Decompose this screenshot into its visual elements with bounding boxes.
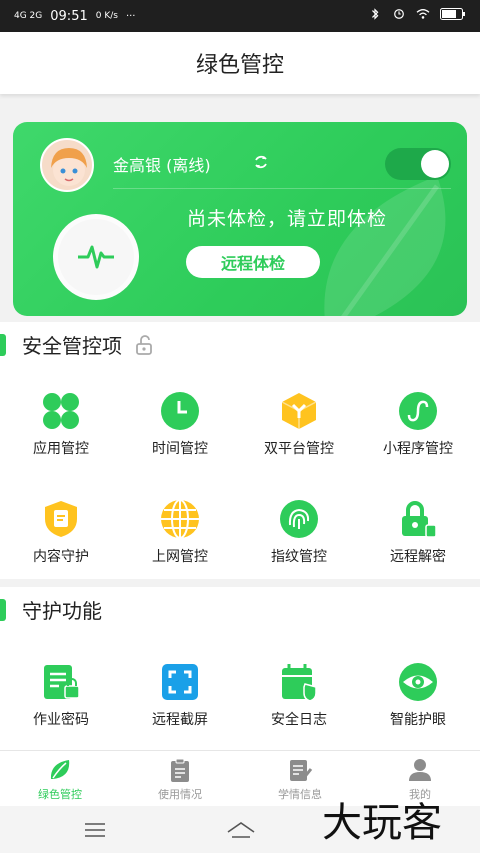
grid-item-label: 双平台管控 bbox=[264, 441, 334, 457]
battery-icon bbox=[440, 8, 466, 24]
watermark-text: 大玩客 bbox=[322, 800, 442, 846]
guard-functions-section: 守护功能 作业密码 远程截屏 安全日志 智能护眼 bbox=[0, 587, 480, 750]
calendar-shield-icon bbox=[278, 661, 320, 703]
grid-item-label: 小程序管控 bbox=[383, 441, 453, 457]
shield-icon bbox=[40, 498, 82, 540]
nav-item-usage[interactable]: 使用情况 bbox=[120, 751, 240, 806]
security-controls-section: 安全管控项 应用管控 时间管控 双平台管控 小程序管控 内容守护 上网管控 指纹… bbox=[0, 322, 480, 579]
person-icon bbox=[409, 759, 431, 781]
nav-label: 使用情况 bbox=[158, 788, 202, 801]
grid-item-internet-control[interactable]: 上网管控 bbox=[120, 498, 240, 566]
net-speed-text: 0 K/s bbox=[95, 11, 118, 21]
wifi-icon bbox=[416, 8, 430, 24]
grid-item-eye-care[interactable]: 智能护眼 bbox=[358, 661, 478, 729]
avatar[interactable] bbox=[40, 138, 94, 192]
nav-label: 学情信息 bbox=[278, 788, 322, 801]
refresh-icon[interactable] bbox=[251, 152, 271, 172]
bluetooth-icon bbox=[368, 8, 382, 24]
grid-item-security-log[interactable]: 安全日志 bbox=[239, 661, 359, 729]
app-header: 绿色管控 bbox=[0, 32, 480, 94]
grid-item-time-control[interactable]: 时间管控 bbox=[120, 390, 240, 458]
grid-item-remote-screenshot[interactable]: 远程截屏 bbox=[120, 661, 240, 729]
section-title: 安全管控项 bbox=[22, 334, 122, 358]
grid-item-fingerprint[interactable]: 指纹管控 bbox=[239, 498, 359, 566]
more-icon: ··· bbox=[125, 10, 136, 22]
remote-check-button[interactable]: 远程体检 bbox=[186, 246, 320, 278]
grid-item-mini-program[interactable]: 小程序管控 bbox=[358, 390, 478, 458]
section-accent-bar bbox=[0, 598, 6, 621]
clock-icon bbox=[159, 390, 201, 432]
unlock-status-icon[interactable] bbox=[134, 334, 156, 356]
leaf-icon bbox=[50, 760, 70, 779]
grid-item-label: 应用管控 bbox=[33, 441, 89, 457]
protection-toggle[interactable] bbox=[385, 148, 451, 180]
grid-item-remote-unlock[interactable]: 远程解密 bbox=[358, 498, 478, 566]
grid-item-label: 内容守护 bbox=[33, 549, 89, 565]
section-accent-bar bbox=[0, 333, 6, 356]
menu-icon[interactable] bbox=[84, 822, 106, 838]
pulse-icon bbox=[78, 245, 114, 269]
apps-grid-icon bbox=[40, 390, 82, 432]
check-status-text: 尚未体检，请立即体检 bbox=[187, 208, 388, 230]
carrier-text: 4G 2G bbox=[14, 11, 43, 21]
grid-item-label: 远程解密 bbox=[390, 549, 446, 565]
grid-item-label: 时间管控 bbox=[152, 441, 208, 457]
screenshot-icon bbox=[159, 661, 201, 703]
cube-icon bbox=[278, 390, 320, 432]
grid-item-dual-platform[interactable]: 双平台管控 bbox=[239, 390, 359, 458]
section-header: 安全管控项 bbox=[0, 330, 156, 359]
grid-item-label: 安全日志 bbox=[271, 712, 327, 728]
fingerprint-icon bbox=[278, 498, 320, 540]
toggle-knob bbox=[421, 150, 449, 178]
nav-label: 绿色管控 bbox=[38, 788, 82, 801]
grid-item-homework-password[interactable]: 作业密码 bbox=[1, 661, 121, 729]
grid-item-label: 智能护眼 bbox=[390, 712, 446, 728]
grid-item-label: 上网管控 bbox=[152, 549, 208, 565]
child-name: 金高银 (离线) bbox=[113, 156, 211, 175]
grid-item-label: 指纹管控 bbox=[271, 549, 327, 565]
notes-icon bbox=[290, 760, 313, 781]
nav-item-green-control[interactable]: 绿色管控 bbox=[0, 751, 120, 806]
clock-text: 09:51 bbox=[50, 8, 88, 24]
grid-item-app-control[interactable]: 应用管控 bbox=[1, 390, 121, 458]
homework-lock-icon bbox=[40, 661, 82, 703]
grid-item-label: 作业密码 bbox=[33, 712, 89, 728]
clipboard-icon bbox=[171, 758, 189, 782]
health-check-circle[interactable] bbox=[53, 214, 139, 300]
section-header: 守护功能 bbox=[0, 595, 102, 624]
home-icon[interactable] bbox=[226, 820, 256, 840]
unlock-icon bbox=[397, 498, 439, 540]
mini-program-icon bbox=[397, 390, 439, 432]
grid-item-label: 远程截屏 bbox=[152, 712, 208, 728]
status-card: 金高银 (离线) 尚未体检，请立即体检 远程体检 bbox=[13, 122, 467, 316]
alarm-icon bbox=[392, 8, 406, 24]
grid-item-content-guard[interactable]: 内容守护 bbox=[1, 498, 121, 566]
globe-icon bbox=[159, 498, 201, 540]
status-bar: 4G 2G 09:51 0 K/s ··· bbox=[0, 0, 480, 32]
section-title: 守护功能 bbox=[22, 599, 102, 623]
card-divider bbox=[113, 188, 451, 189]
page-title: 绿色管控 bbox=[195, 53, 284, 78]
eye-icon bbox=[397, 661, 439, 703]
